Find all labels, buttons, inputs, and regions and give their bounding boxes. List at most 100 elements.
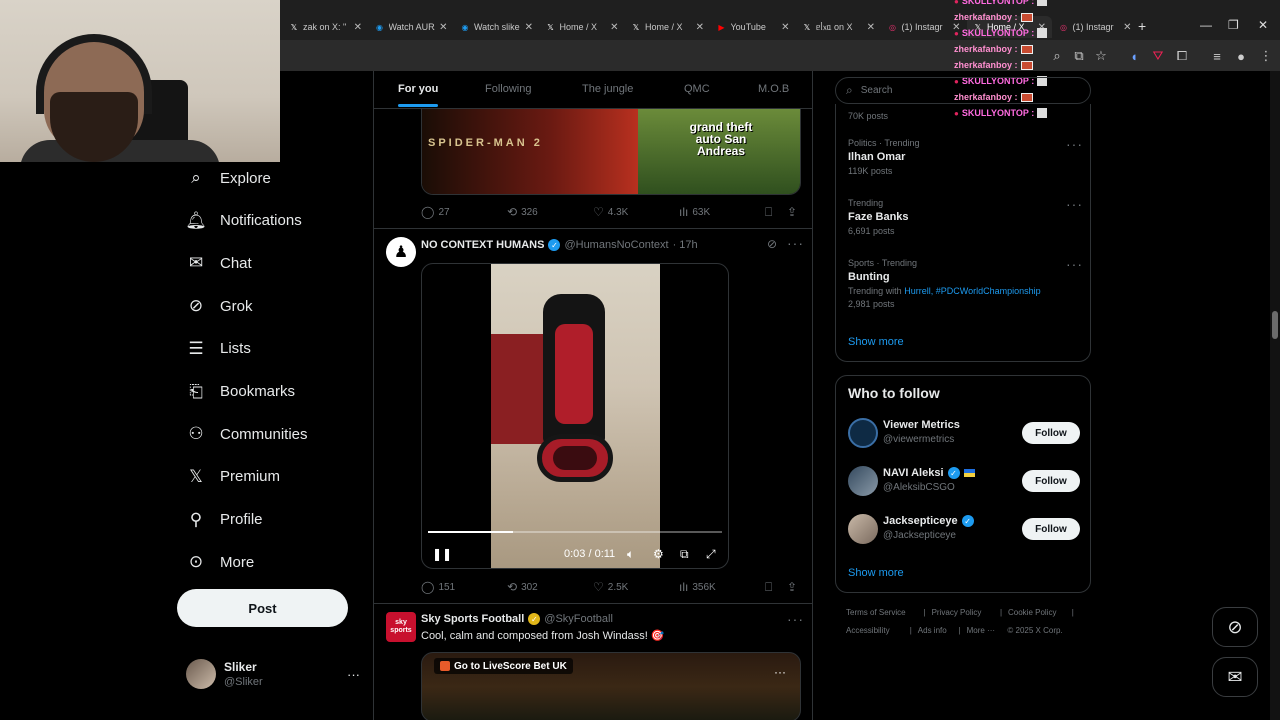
bookmark-button[interactable]: ⎕ (765, 580, 772, 595)
close-window-icon[interactable]: ✕ (1258, 18, 1268, 32)
more-dots-icon[interactable]: ··· (1066, 196, 1083, 212)
tweet-media[interactable]: SPIDER-MAN 2 grand theft auto San Andrea… (421, 109, 801, 195)
close-tab-icon[interactable]: ✕ (610, 22, 618, 33)
new-tab-button[interactable]: + (1138, 18, 1146, 34)
avatar[interactable]: ♟ (386, 237, 416, 267)
follow-button[interactable]: Follow (1022, 470, 1080, 492)
close-tab-icon[interactable]: ✕ (696, 22, 704, 33)
like-button[interactable]: ♡ 4.3K (593, 205, 628, 219)
bookmark-star-icon[interactable]: ☆ (1093, 48, 1109, 64)
trend-item[interactable]: Sports · Trending Bunting Trending with … (848, 258, 1078, 309)
browser-tab[interactable]: 𝕏 Home / X ✕ (540, 16, 625, 38)
zoom-icon[interactable]: ⌕ (1049, 48, 1065, 64)
like-button[interactable]: ♡ 2.5K (593, 580, 628, 594)
nav-item-lists[interactable]: ☰ Lists (186, 334, 250, 364)
trend-item[interactable]: 70K posts (848, 108, 1078, 121)
install-app-icon[interactable]: ⧉ (1071, 48, 1087, 64)
close-tab-icon[interactable]: ✕ (1123, 22, 1131, 33)
browser-tab[interactable]: 𝕏zak on X: " ✕ (283, 16, 368, 38)
follow-suggestion[interactable]: NAVI Aleksi ✓ @AleksibCSGO Follow (848, 464, 1080, 498)
footer-link[interactable]: Cookie Policy (1008, 608, 1056, 617)
repost-button[interactable]: ⟲ 302 (507, 580, 538, 594)
tab-following[interactable]: Following (485, 83, 531, 95)
grok-fab[interactable]: ⊘ (1212, 607, 1258, 647)
tweet-time[interactable]: · 17h (673, 239, 698, 251)
grok-icon[interactable]: ⊘ (767, 237, 777, 251)
bookmark-button[interactable]: ⎕ (765, 205, 772, 220)
nav-item-notifications[interactable]: 🔔︎ Notifications (185, 206, 302, 236)
fullscreen-icon[interactable]: ⤢ (706, 547, 716, 562)
footer-link[interactable]: Accessibility (846, 626, 890, 635)
footer-link[interactable]: More ··· (967, 626, 995, 635)
views-button[interactable]: ılı 356K (679, 580, 716, 594)
browser-tab[interactable]: ◉ Watch AURA✕ (369, 16, 454, 38)
author-handle[interactable]: @HumansNoContext (564, 239, 668, 251)
close-tab-icon[interactable]: ✕ (439, 22, 447, 33)
tweet-media[interactable]: Go to LiveScore Bet UK ··· (421, 652, 801, 720)
nav-item-premium[interactable]: 𝕏 Premium (186, 462, 280, 492)
picture-in-picture-icon[interactable]: ⧉ (680, 547, 689, 562)
close-tab-icon[interactable]: ✕ (525, 22, 533, 33)
close-tab-icon[interactable]: ✕ (867, 22, 875, 33)
more-dots-icon[interactable]: ··· (787, 611, 804, 627)
nav-item-bookmarks[interactable]: ⎗ Bookmarks (186, 377, 295, 407)
video-progress-bar[interactable] (428, 531, 722, 533)
follow-button[interactable]: Follow (1022, 422, 1080, 444)
video-player[interactable]: ❚❚ 0:03 / 0:11 🔈︎ ⚙ ⧉ ⤢ (421, 263, 729, 569)
volume-icon[interactable]: 🔈︎ (627, 547, 634, 562)
footer-link[interactable]: Ads info (918, 626, 947, 635)
nav-item-explore[interactable]: ⌕ Explore (186, 163, 271, 193)
close-tab-icon[interactable]: ✕ (354, 22, 362, 33)
profile-icon[interactable]: ● (1233, 48, 1249, 64)
account-switcher[interactable]: Sliker @Sliker ··· (186, 656, 360, 692)
footer-link[interactable]: Terms of Service (846, 608, 906, 617)
views-button[interactable]: ılı 63K (679, 205, 710, 219)
reply-button[interactable]: ◯ 151 (421, 580, 455, 594)
author-handle[interactable]: @SkyFootball (544, 613, 613, 625)
follow-button[interactable]: Follow (1022, 518, 1080, 540)
nav-item-more[interactable]: ⊙ More (186, 547, 254, 577)
close-tab-icon[interactable]: ✕ (781, 22, 789, 33)
more-dots-icon[interactable]: ··· (1066, 136, 1083, 152)
more-dots-icon[interactable]: ··· (787, 235, 804, 251)
restore-icon[interactable]: ❐ (1228, 18, 1239, 32)
footer-link[interactable]: Privacy Policy (932, 608, 982, 617)
nav-item-profile[interactable]: ⚲ Profile (186, 505, 263, 535)
extension-icon[interactable]: ⛛ (1150, 48, 1166, 64)
browser-tab[interactable]: 𝕏 Home / X ✕ (625, 16, 710, 38)
tab-for-you[interactable]: For you (398, 83, 439, 107)
author-name[interactable]: NO CONTEXT HUMANS (421, 239, 544, 251)
browser-tab[interactable]: 𝕏 ᥱᥣ᥊ᥲ on X ✕ (796, 16, 881, 38)
trend-link[interactable]: Hurrell, #PDCWorldChampionship (904, 286, 1040, 296)
share-button[interactable]: ⇪ (787, 205, 797, 219)
pause-icon[interactable]: ❚❚ (432, 547, 452, 561)
browser-tab[interactable]: ◎ (1) Instagr ✕ (1053, 16, 1138, 38)
more-dots-icon[interactable]: ··· (774, 665, 786, 679)
reply-button[interactable]: ◯ 27 (421, 205, 450, 219)
repost-button[interactable]: ⟲ 326 (507, 205, 538, 219)
nav-item-chat[interactable]: ✉ Chat (186, 248, 252, 278)
show-more-link[interactable]: Show more (848, 567, 904, 579)
settings-icon[interactable]: ⚙ (653, 547, 664, 561)
browser-tab[interactable]: ◉ Watch slike ✕ (454, 16, 539, 38)
follow-suggestion[interactable]: Jacksepticeye ✓ @Jacksepticeye Follow (848, 512, 1080, 546)
scrollbar[interactable] (1270, 71, 1280, 720)
share-button[interactable]: ⇪ (787, 580, 797, 594)
menu-kebab-icon[interactable]: ⋮ (1258, 48, 1274, 64)
follow-suggestion[interactable]: Viewer Metrics @viewermetrics Follow (848, 416, 1080, 450)
extensions-puzzle-icon[interactable]: ⧠ (1174, 48, 1190, 64)
author-name[interactable]: Sky Sports Football (421, 613, 524, 625)
extension-icon[interactable]: ◖ (1126, 48, 1142, 64)
browser-tab[interactable]: ▶ YouTube ✕ (711, 16, 796, 38)
minimize-icon[interactable]: — (1200, 18, 1212, 32)
nav-item-communities[interactable]: ⚇ Communities (186, 419, 307, 449)
ad-cta[interactable]: Go to LiveScore Bet UK (434, 658, 573, 674)
search-input[interactable]: ⌕ Search (835, 77, 1091, 104)
tab-mob[interactable]: M.O.B (758, 83, 789, 95)
show-more-link[interactable]: Show more (848, 336, 904, 348)
tab-qmc[interactable]: QMC (684, 83, 710, 95)
post-button[interactable]: Post (177, 589, 348, 627)
tab-the-jungle[interactable]: The jungle (582, 83, 633, 95)
footer-link[interactable]: © 2025 X Corp. (1007, 626, 1062, 635)
more-dots-icon[interactable]: ··· (1066, 256, 1083, 272)
